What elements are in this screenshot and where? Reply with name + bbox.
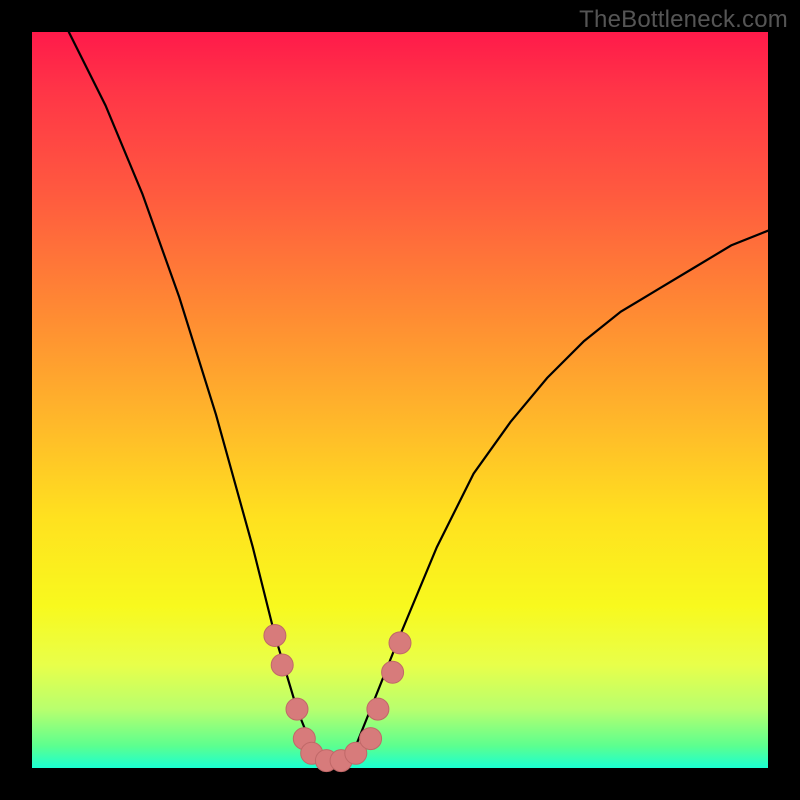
chart-frame: TheBottleneck.com [0, 0, 800, 800]
chart-svg [32, 32, 768, 768]
bottleneck-curve [69, 32, 768, 761]
plot-area [32, 32, 768, 768]
watermark-text: TheBottleneck.com [579, 6, 788, 34]
marker-ring [264, 625, 411, 772]
